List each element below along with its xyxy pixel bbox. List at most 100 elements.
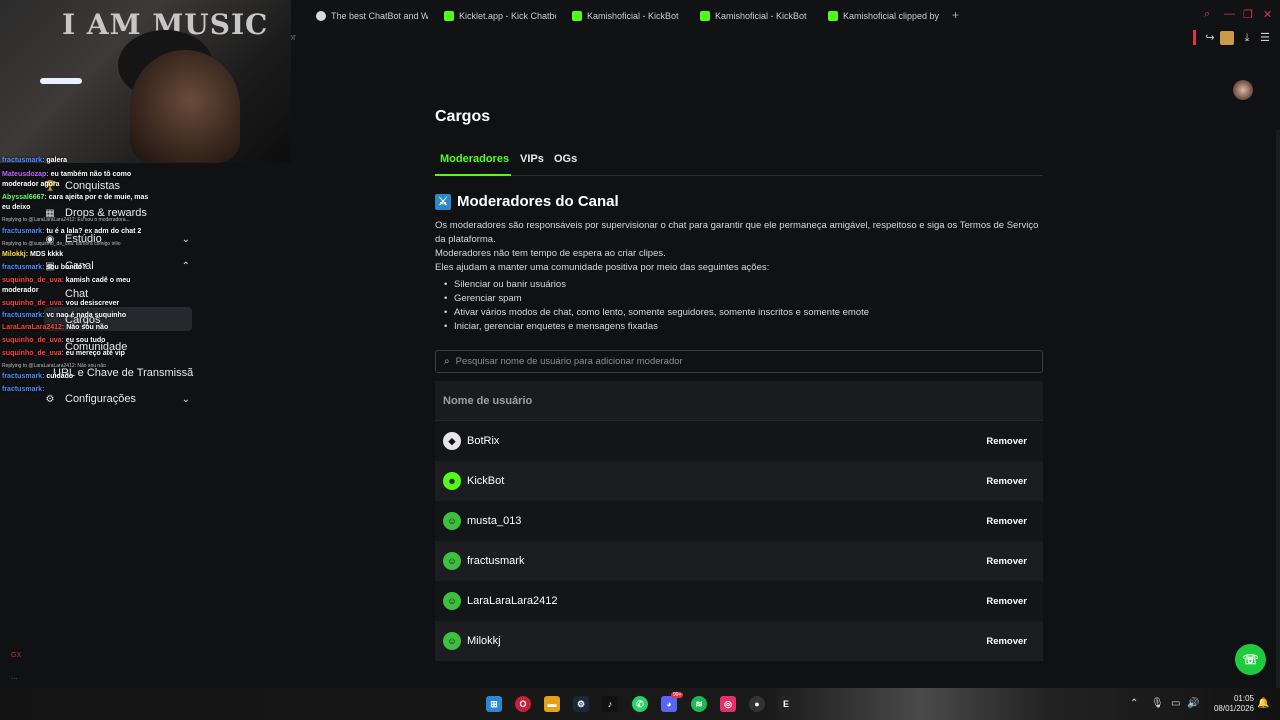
network-icon[interactable]: ▭: [1171, 698, 1180, 709]
moderator-name: KickBot: [467, 475, 505, 487]
menu-icon[interactable]: ☰: [1258, 31, 1272, 45]
chat-message: moderador agora: [2, 181, 60, 188]
browser-tab-5[interactable]: Kamishoficial clipped by fr: [828, 7, 940, 25]
sidebar-item-configuracoes[interactable]: ⚙ Configurações ⌄: [44, 388, 194, 410]
tiktok-icon[interactable]: ♪: [602, 696, 618, 712]
whatsapp-icon[interactable]: ✆: [632, 696, 648, 712]
steam-icon[interactable]: ⚙: [573, 696, 589, 712]
tab-vips[interactable]: VIPs: [520, 153, 544, 165]
chat-footer-dots: ...: [11, 672, 18, 681]
moderator-name: Milokkj: [467, 635, 501, 647]
chevron-down-icon: ⌄: [181, 233, 190, 245]
list-item: Gerenciar spam: [444, 292, 869, 306]
list-item: Ativar vários modos de chat, como lento,…: [444, 306, 869, 320]
opera-gx-icon[interactable]: O: [515, 696, 531, 712]
tab-favicon-icon: [316, 11, 326, 21]
remove-moderator-button[interactable]: Remover: [978, 511, 1035, 531]
spotify-icon[interactable]: ≋: [691, 696, 707, 712]
chat-message: suquinho_de_uva: kamish cadê o meu: [2, 277, 131, 284]
moderator-sword-icon: ⚔: [435, 193, 451, 210]
remove-moderator-button[interactable]: Remover: [978, 551, 1035, 571]
moderator-name: BotRix: [467, 435, 500, 447]
search-tabs-icon[interactable]: ⌕: [1204, 8, 1210, 21]
microphone-icon[interactable]: 🎙: [1151, 698, 1164, 709]
table-header: Nome de usuário: [435, 381, 1043, 421]
moderators-table: Nome de usuário ◆ BotRix Remover ☻ KickB…: [435, 381, 1043, 661]
browser-tab-4-active[interactable]: Kamishoficial - KickBot: [700, 7, 812, 25]
table-row: ☺ fractusmark Remover: [435, 541, 1043, 581]
chat-reply: Replying to @LaraLaraLara2412: Eu sou o …: [2, 217, 130, 223]
chat-message: suquinho_de_uva: vou desiscrever: [2, 300, 120, 307]
gear-icon: ⚙: [45, 393, 55, 405]
discord-badge: 99+: [671, 692, 684, 698]
download-icon[interactable]: ⤓: [1240, 31, 1254, 45]
list-item: Silenciar ou banir usuários: [444, 278, 869, 292]
remove-moderator-button[interactable]: Remover: [978, 591, 1035, 611]
chat-message: Milokkj: MDS kkkk: [2, 251, 64, 258]
tab-favicon-icon: [828, 11, 838, 21]
chat-message: fractusmark: cuidado: [2, 373, 74, 380]
webcam-overlay: I AM MUSIC: [0, 0, 291, 163]
browser-tab-3[interactable]: Kamishoficial - KickBot: [572, 7, 684, 25]
remove-moderator-button[interactable]: Remover: [978, 631, 1035, 651]
avatar: ☺: [443, 512, 461, 530]
volume-icon[interactable]: 🔊: [1187, 698, 1199, 709]
chat-message: suquinho_de_uva: eu mereço até vip: [2, 350, 125, 357]
browser-tab-1[interactable]: The best ChatBot and Wid: [316, 7, 428, 25]
active-tab-underline: [435, 174, 511, 176]
maximize-icon[interactable]: ❐: [1243, 8, 1253, 21]
clock-date: 08/01/2026: [1213, 704, 1254, 713]
windows-start-icon[interactable]: ⊞: [486, 696, 502, 712]
new-tab-button[interactable]: +: [952, 8, 959, 22]
avatar: ☺: [443, 632, 461, 650]
page-title: Cargos: [435, 108, 491, 125]
moderator-name: musta_013: [467, 515, 522, 527]
page-scrollbar[interactable]: [1276, 130, 1280, 690]
tab-favicon-icon: [572, 11, 582, 21]
remove-moderator-button[interactable]: Remover: [978, 471, 1035, 491]
chat-footer-gx: GX: [11, 652, 22, 659]
tab-ogs[interactable]: OGs: [554, 153, 577, 165]
table-row: ☺ musta_013 Remover: [435, 501, 1043, 541]
section-title: ⚔ Moderadores do Canal: [435, 193, 619, 210]
tab-favicon-icon: [444, 11, 454, 21]
user-profile-avatar[interactable]: [1233, 80, 1253, 100]
moderator-search-box: ⌕: [435, 350, 1043, 373]
tab-favicon-icon: [700, 11, 710, 21]
tab-moderadores[interactable]: Moderadores: [440, 153, 509, 165]
roles-tabs: Moderadores VIPs OGs: [435, 150, 1043, 176]
moderator-name: fractusmark: [467, 555, 525, 567]
table-row: ◆ BotRix Remover: [435, 421, 1043, 461]
file-explorer-icon[interactable]: ▬: [544, 696, 560, 712]
table-row: ☻ KickBot Remover: [435, 461, 1043, 501]
webcam-lamp: [40, 78, 82, 84]
browser-tab-2[interactable]: Kicklet.app - Kick Chatbo: [444, 7, 556, 25]
moderator-name: LaraLaraLara2412: [467, 595, 558, 607]
discord-icon[interactable]: ◕: [661, 696, 677, 712]
chat-message: fractusmark: tu é a lala? ex adm do chat…: [2, 228, 142, 235]
share-icon[interactable]: ↪: [1203, 31, 1217, 45]
moderators-description: Os moderadores são responsáveis por supe…: [435, 220, 1039, 273]
taskbar-clock[interactable]: 01:05 08/01/2026: [1204, 694, 1254, 714]
support-chat-button[interactable]: ☏: [1235, 644, 1266, 675]
obs-icon[interactable]: ●: [749, 696, 765, 712]
close-icon[interactable]: ✕: [1263, 8, 1272, 21]
taskbar: ⊞ O ▬ ⚙ ♪ ✆ ◕ 99+ ≋ ◎ ● E ⌃ 🎙 ▭ 🔊 🔔: [0, 688, 1280, 720]
moderator-actions-list: Silenciar ou banir usuários Gerenciar sp…: [444, 278, 869, 334]
remove-moderator-button[interactable]: Remover: [978, 431, 1035, 451]
notification-bell-icon[interactable]: 🔔: [1257, 698, 1269, 709]
tray-chevron-up-icon[interactable]: ⌃: [1130, 698, 1138, 709]
chat-message: suquinho_de_uva: eu sou tudo: [2, 337, 106, 344]
instagram-icon[interactable]: ◎: [720, 696, 736, 712]
epic-games-icon[interactable]: E: [778, 696, 794, 712]
moderator-search-input[interactable]: [455, 356, 1016, 367]
sidebar-subitem-chat[interactable]: Chat: [65, 288, 88, 300]
chat-message: eu deixo: [2, 204, 31, 211]
chat-message: moderador: [2, 287, 39, 294]
clock-time: 01:05: [1233, 694, 1254, 703]
search-icon: ⌕: [444, 356, 450, 367]
minimize-icon[interactable]: —: [1224, 8, 1235, 20]
extension-avatar-icon[interactable]: [1220, 31, 1234, 45]
list-item: Iniciar, gerenciar enquetes e mensagens …: [444, 320, 869, 334]
chat-message: Abyssal6667: cara ajeita por e de muie, …: [2, 194, 149, 201]
